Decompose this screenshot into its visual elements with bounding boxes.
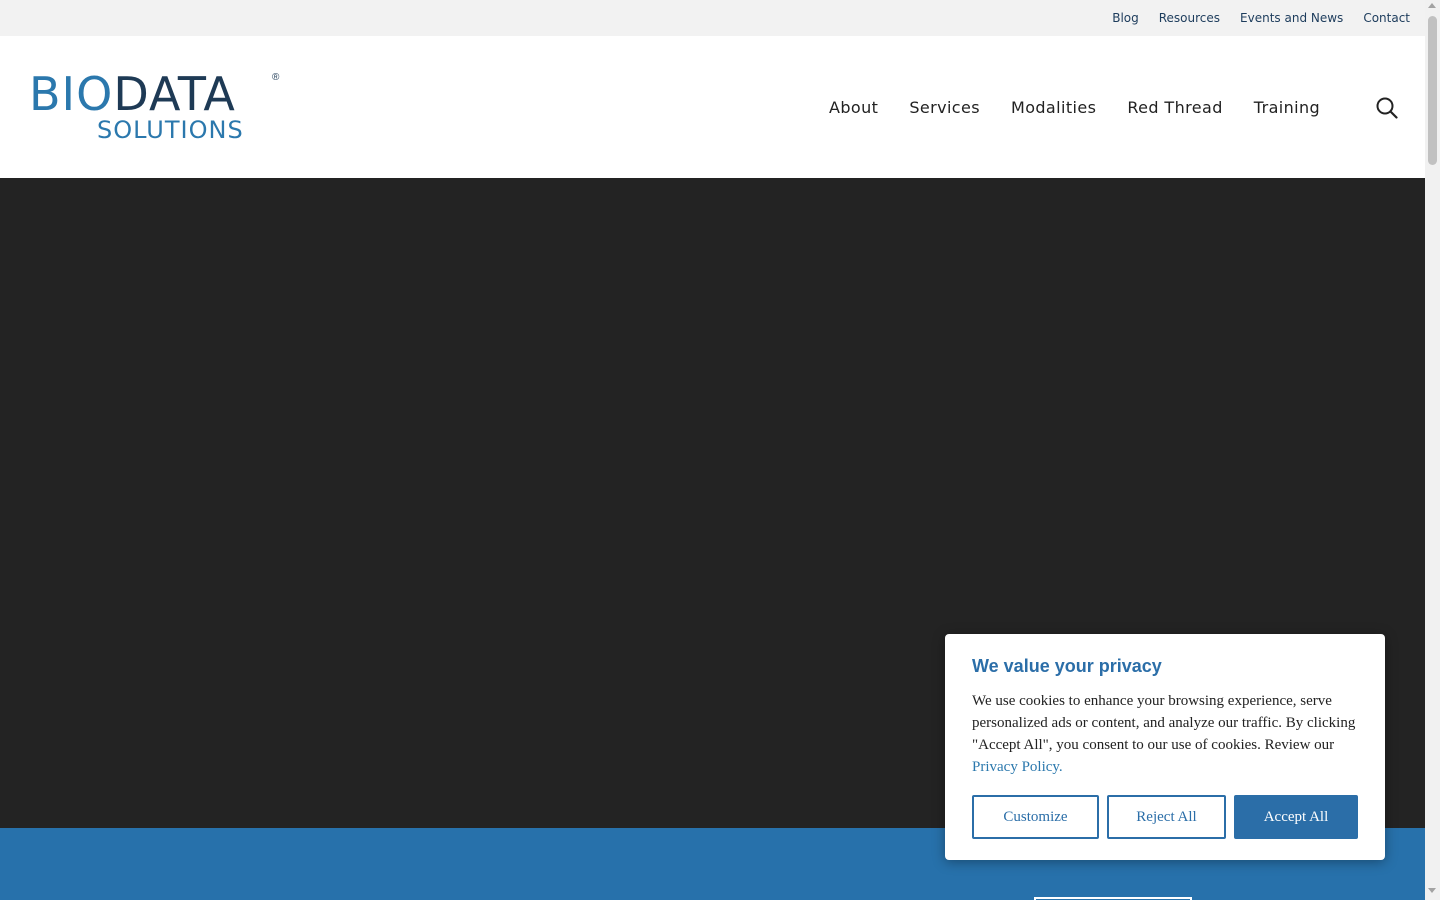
utility-bar: Blog Resources Events and News Contact	[0, 0, 1425, 36]
cookie-message: We use cookies to enhance your browsing …	[972, 690, 1362, 778]
nav-item-services[interactable]: Services	[909, 98, 980, 117]
nav-item-modalities[interactable]: Modalities	[1011, 98, 1096, 117]
accept-all-button[interactable]: Accept All	[1234, 795, 1358, 839]
page: Blog Resources Events and News Contact B…	[0, 0, 1425, 900]
site-logo[interactable]: BIODATA ® SOLUTIONS	[29, 71, 289, 146]
nav-item-training[interactable]: Training	[1254, 98, 1320, 117]
logo-registered-mark: ®	[272, 72, 280, 83]
utility-link-contact[interactable]: Contact	[1363, 11, 1410, 25]
customize-button[interactable]: Customize	[972, 795, 1099, 839]
site-header: BIODATA ® SOLUTIONS About Services Modal…	[0, 36, 1425, 178]
logo-wordmark: BIODATA	[29, 71, 236, 117]
logo-bio-text: BIO	[29, 67, 114, 121]
privacy-policy-link[interactable]: Privacy Policy.	[972, 759, 1063, 775]
utility-link-resources[interactable]: Resources	[1159, 11, 1220, 25]
utility-link-events-and-news[interactable]: Events and News	[1240, 11, 1343, 25]
scroll-down-arrow-icon[interactable]	[1428, 888, 1436, 893]
vertical-scrollbar[interactable]	[1425, 0, 1440, 900]
search-button[interactable]	[1375, 96, 1399, 120]
logo-subtitle: SOLUTIONS	[97, 116, 244, 144]
cookie-consent-dialog: We value your privacy We use cookies to …	[945, 634, 1385, 860]
main-nav: About Services Modalities Red Thread Tra…	[829, 36, 1320, 178]
nav-item-about[interactable]: About	[829, 98, 878, 117]
search-icon	[1376, 97, 1398, 119]
utility-nav: Blog Resources Events and News Contact	[1112, 0, 1410, 36]
utility-link-blog[interactable]: Blog	[1112, 11, 1139, 25]
cookie-title: We value your privacy	[972, 656, 1162, 676]
scrollbar-thumb[interactable]	[1428, 16, 1437, 165]
scroll-up-arrow-icon[interactable]	[1428, 3, 1436, 8]
nav-item-red-thread[interactable]: Red Thread	[1127, 98, 1222, 117]
reject-all-button[interactable]: Reject All	[1107, 795, 1226, 839]
cookie-message-text: We use cookies to enhance your browsing …	[972, 693, 1356, 753]
logo-data-text: DATA	[113, 67, 236, 121]
